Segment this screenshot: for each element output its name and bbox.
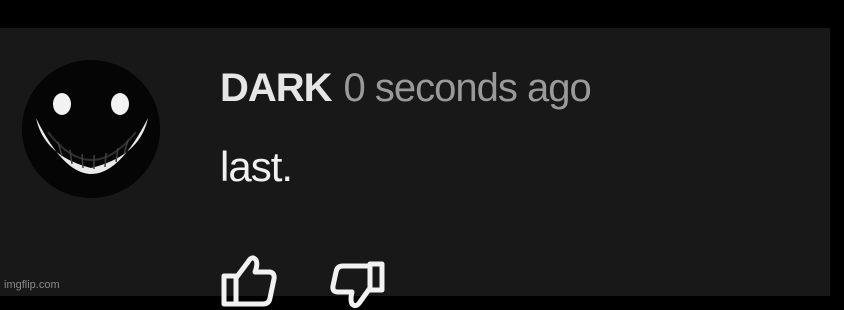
thumbs-up-icon (221, 255, 277, 307)
watermark: imgflip.com (4, 279, 60, 291)
smiling-face-icon (22, 60, 160, 198)
right-border (830, 0, 844, 296)
thumbs-down-icon (330, 261, 385, 309)
comment-timestamp[interactable]: 0 seconds ago (344, 66, 592, 111)
comment-text: last. (220, 143, 293, 190)
author-name[interactable]: DARK (220, 66, 333, 111)
dislike-button[interactable] (328, 250, 388, 309)
like-button[interactable] (218, 250, 278, 307)
comment-header: DARK 0 seconds ago (220, 66, 592, 122)
top-border (0, 0, 844, 28)
avatar[interactable] (22, 60, 160, 198)
